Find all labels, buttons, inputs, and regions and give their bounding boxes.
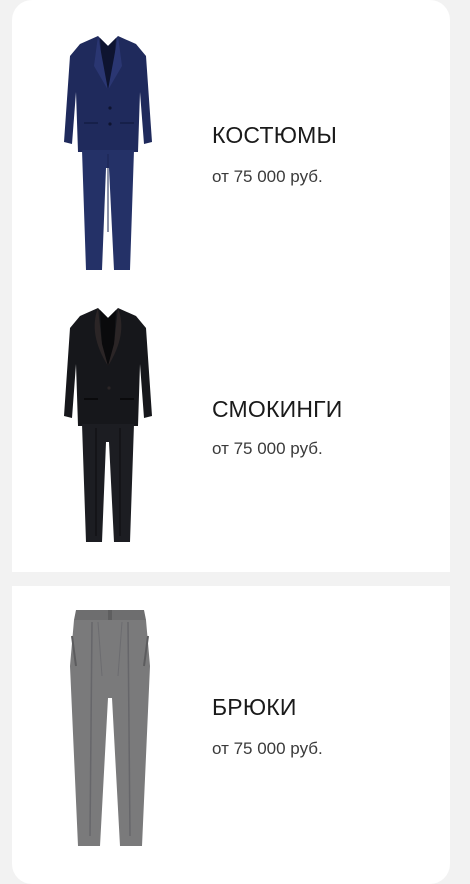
catalog-page: КОСТЮМЫ от 75 000 руб. СМОКИНГИ от 75 00… <box>0 0 470 884</box>
product-price: от 75 000 руб. <box>212 167 323 186</box>
catalog-card-bottom: БРЮКИ от 75 000 руб. <box>12 586 450 884</box>
product-trousers[interactable]: БРЮКИ от 75 000 руб. <box>12 602 450 862</box>
product-tuxedos[interactable]: СМОКИНГИ от 75 000 руб. <box>12 302 450 546</box>
catalog-card-top: КОСТЮМЫ от 75 000 руб. СМОКИНГИ от 75 00… <box>12 0 450 572</box>
navy-suit-image[interactable] <box>58 32 158 272</box>
grey-trousers-image[interactable] <box>62 606 162 850</box>
product-title: БРЮКИ <box>212 694 297 720</box>
black-tuxedo-image[interactable] <box>58 304 158 544</box>
product-title: КОСТЮМЫ <box>212 122 338 148</box>
product-price: от 75 000 руб. <box>212 439 323 458</box>
product-title: СМОКИНГИ <box>212 396 343 422</box>
product-suits[interactable]: КОСТЮМЫ от 75 000 руб. <box>12 30 450 274</box>
product-price: от 75 000 руб. <box>212 739 323 758</box>
